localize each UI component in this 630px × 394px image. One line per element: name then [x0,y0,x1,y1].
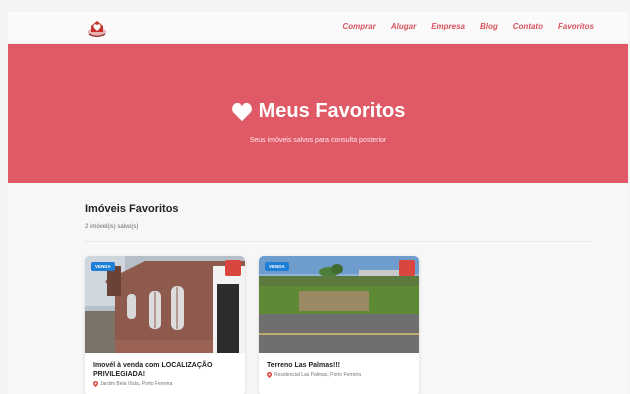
location-text: Jardim Bela Vista, Porto Ferreira [100,381,173,387]
section-divider [85,241,592,242]
nav-alugar[interactable]: Alugar [391,22,416,31]
hero-title-row: Meus Favoritos [8,100,628,123]
main-nav: Comprar Alugar Empresa Blog Contato Favo… [343,22,595,31]
nav-comprar[interactable]: Comprar [343,22,376,31]
location-text: Residencial Las Palmas, Porto Ferreira [274,372,361,378]
remove-favorite-button[interactable] [399,260,415,276]
site-logo[interactable] [86,17,108,39]
property-card[interactable]: VENDA Terreno Las Palmas!!! Residencial … [259,256,419,394]
favorites-section: Imóveis Favoritos 2 imóvel(is) salvo(s) … [8,183,628,394]
nav-empresa[interactable]: Empresa [431,22,465,31]
section-title: Imóveis Favoritos [85,203,179,215]
nav-blog[interactable]: Blog [480,22,498,31]
property-title[interactable]: Imovél à venda com LOCALIZAÇÃO PRIVILEGI… [93,361,243,379]
saved-count: 2 imóvel(is) salvo(s) [85,224,139,230]
property-title[interactable]: Terreno Las Palmas!!! [267,361,417,370]
property-photo[interactable]: VENDA [259,256,419,353]
remove-favorite-button[interactable] [225,260,241,276]
top-navbar: Comprar Alugar Empresa Blog Contato Favo… [8,12,628,44]
property-card[interactable]: VENDA Imovél à venda com LOCALIZAÇÃO PRI… [85,256,245,394]
listing-type-badge: VENDA [265,262,289,271]
nav-contato[interactable]: Contato [513,22,543,31]
map-pin-icon [267,372,272,378]
property-location: Residencial Las Palmas, Porto Ferreira [267,372,361,378]
page-title: Meus Favoritos [258,100,406,122]
property-photo[interactable]: VENDA [85,256,245,353]
map-pin-icon [93,381,98,387]
nav-favoritos[interactable]: Favoritos [558,22,594,31]
page-subtitle: Seus imóveis salvos para consulta poster… [249,137,387,144]
heart-icon [231,102,252,121]
hero-banner: Meus Favoritos Seus imóveis salvos para … [8,44,628,183]
listing-type-badge: VENDA [91,262,115,271]
property-location: Jardim Bela Vista, Porto Ferreira [93,381,172,387]
